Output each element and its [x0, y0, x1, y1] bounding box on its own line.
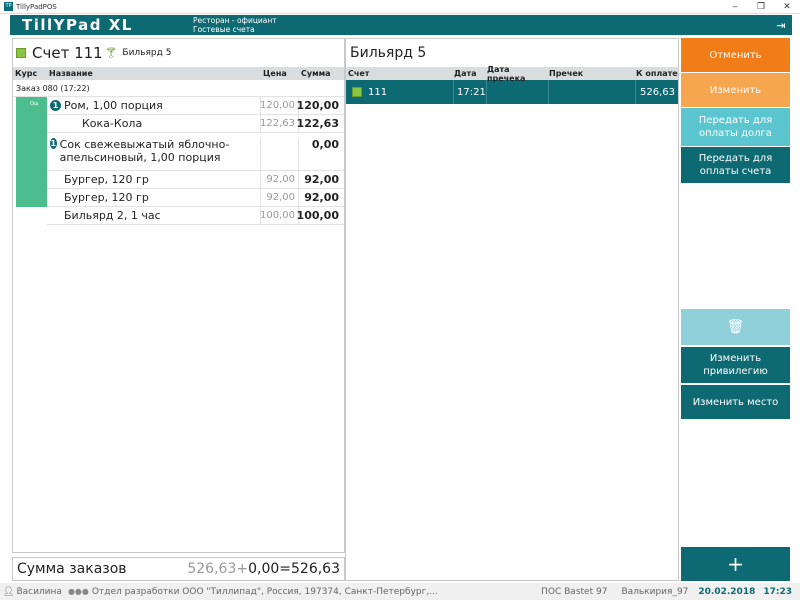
window-title: TillyPadPOS — [16, 2, 57, 11]
accounts-columns-header: Счет Дата Дата пречека Пречек К оплате — [346, 65, 678, 83]
item-sum: 92,00 — [304, 173, 339, 186]
item-sum: 122,63 — [296, 117, 339, 130]
quantity-badge: 1 — [50, 138, 57, 149]
course-bar[interactable]: Ош — [16, 97, 47, 207]
col-course: Курс — [15, 69, 38, 78]
total-values: 526,63+0,00=526,63 — [187, 561, 340, 577]
header-context: Ресторан - официант Гостевые счета — [193, 16, 770, 34]
header-screen: Гостевые счета — [193, 25, 255, 34]
header-mode: Ресторан - официант — [193, 16, 277, 25]
orders-total: Сумма заказов 526,63+0,00=526,63 — [12, 557, 345, 581]
col-date: Дата — [454, 69, 477, 78]
trash-icon: 🗑︎ — [726, 318, 745, 335]
item-sum: 100,00 — [296, 209, 339, 222]
order-item[interactable]: 1 Ром, 1,00 порция 120,00 120,00 — [47, 97, 344, 115]
course-tag: Ош — [30, 101, 39, 107]
row-precheck — [549, 80, 636, 104]
total-orders-sum: 526,63 — [187, 561, 237, 577]
item-name: Сок свежевыжатый яблочно-апельсиновый, 1… — [59, 138, 230, 164]
account-status-icon — [352, 87, 362, 97]
window-titlebar: TP TillyPadPOS ‒ ❐ ✕ — [0, 0, 800, 14]
table-icon: 🍸︎ — [104, 47, 118, 59]
add-button[interactable]: + — [681, 547, 790, 581]
row-to-pay: 526,63 — [640, 86, 675, 98]
connection-icons: ●●● — [67, 587, 89, 596]
col-name: Название — [49, 69, 93, 78]
close-button[interactable]: ✕ — [774, 0, 800, 14]
col-sum: Сумма — [301, 69, 331, 78]
delete-button[interactable]: 🗑︎ — [681, 309, 790, 345]
item-price: 120,00 — [260, 97, 299, 114]
item-sum: 92,00 — [304, 191, 339, 204]
table-accounts-panel: Бильярд 5 Счет Дата Дата пречека Пречек … — [345, 38, 679, 581]
total-equals: = — [279, 561, 291, 577]
order-group-header[interactable]: Заказ 080 (17:22) — [13, 80, 344, 97]
minimize-button[interactable]: ‒ — [722, 0, 748, 14]
account-status-icon — [16, 48, 26, 58]
account-location: Бильярд 5 — [122, 48, 172, 58]
change-button[interactable]: Изменить — [681, 73, 790, 107]
total-result: 526,63 — [291, 561, 340, 577]
status-user: Василина — [16, 586, 62, 597]
status-bar: 👤︎ Василина ●●● Отдел разработки ООО "Ти… — [0, 583, 800, 600]
status-pos: ПОС Bastet 97 — [541, 586, 608, 597]
item-price: 122,63 — [260, 115, 299, 132]
app-logo: TillYPad XL — [22, 16, 133, 34]
row-date: 17:21 — [454, 80, 487, 104]
order-items: Ош 1 Ром, 1,00 порция 120,00 120,00 Кока-… — [13, 97, 344, 225]
row-account: 111 — [368, 86, 388, 98]
col-precheck: Пречек — [549, 69, 584, 78]
status-time: 17:23 — [763, 586, 792, 597]
transfer-debt-payment-button[interactable]: Передать для оплаты долга — [681, 108, 790, 146]
item-price: 92,00 — [261, 171, 299, 188]
logout-icon[interactable]: ⇥ — [770, 19, 792, 32]
item-name: Бургер, 120 гр — [47, 171, 261, 188]
restore-button[interactable]: ❐ — [748, 0, 774, 14]
total-label: Сумма заказов — [17, 561, 127, 577]
transfer-bill-payment-button[interactable]: Передать для оплаты счета — [681, 147, 790, 183]
item-sum: 120,00 — [296, 99, 339, 112]
total-plus: + — [236, 561, 249, 577]
change-privilege-button[interactable]: Изменить привилегию — [681, 347, 790, 383]
col-price: Цена — [263, 69, 287, 78]
item-price: 100,00 — [260, 207, 299, 224]
total-extra: 0,00 — [248, 561, 280, 577]
account-header: Счет 111 🍸︎ Бильярд 5 — [13, 39, 344, 67]
item-price: 92,00 — [261, 189, 299, 206]
app-header: TillYPad XL Ресторан - официант Гостевые… — [10, 15, 792, 35]
status-developer: Отдел разработки ООО "Тиллипад", Россия,… — [91, 586, 438, 597]
item-price — [261, 138, 299, 170]
account-panel: Счет 111 🍸︎ Бильярд 5 Курс Название Цена… — [12, 38, 345, 553]
order-item[interactable]: Бильярд 2, 1 час 100,00 100,00 — [47, 207, 344, 225]
table-title: Бильярд 5 — [350, 45, 427, 61]
item-name: Ром, 1,00 порция — [64, 99, 163, 112]
item-name: Кока-Кола — [47, 115, 261, 132]
item-sum: 0,00 — [311, 138, 339, 151]
account-title: Счет 111 — [32, 44, 103, 62]
item-name: Бильярд 2, 1 час — [47, 207, 261, 224]
col-to-pay: К оплате — [636, 69, 678, 78]
change-place-button[interactable]: Изменить место — [681, 385, 790, 419]
status-server: Валькирия_97 — [621, 586, 689, 597]
order-item[interactable]: Бургер, 120 гр 92,00 92,00 — [47, 189, 344, 207]
app-icon: TP — [4, 2, 13, 11]
order-columns-header: Курс Название Цена Сумма — [13, 67, 344, 80]
order-item[interactable]: Кока-Кола 122,63 122,63 — [47, 115, 344, 133]
row-precheck-date — [487, 80, 549, 104]
account-row[interactable]: 111 17:21 526,63 — [346, 80, 678, 104]
item-name: Бургер, 120 гр — [47, 189, 261, 206]
col-account: Счет — [348, 69, 370, 78]
quantity-badge: 1 — [50, 100, 61, 111]
cancel-button[interactable]: Отменить — [681, 38, 790, 72]
user-icon: 👤︎ — [3, 586, 15, 597]
order-item[interactable]: Бургер, 120 гр 92,00 92,00 — [47, 171, 344, 189]
status-date: 20.02.2018 — [698, 586, 756, 597]
order-item[interactable]: 1 Сок свежевыжатый яблочно-апельсиновый, … — [47, 133, 344, 171]
